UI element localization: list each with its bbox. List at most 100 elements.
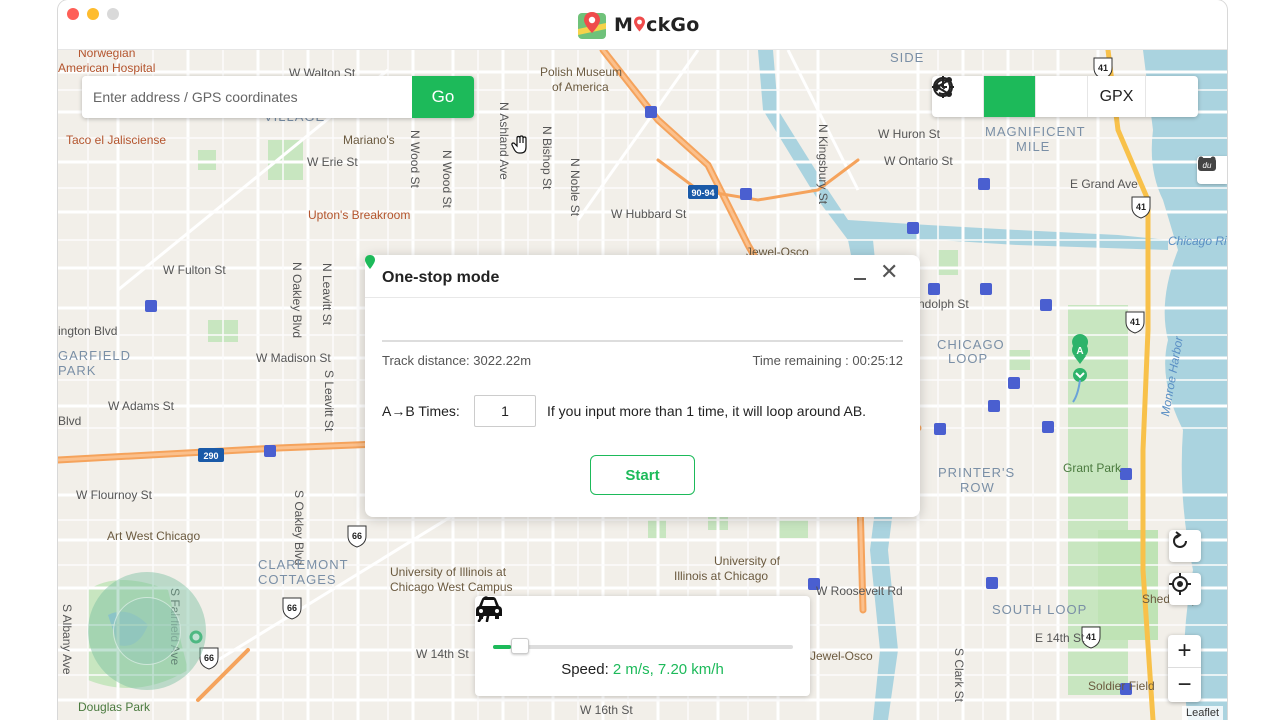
joystick-knob[interactable] [113, 597, 181, 665]
map-label: Illinois at Chicago [674, 569, 769, 583]
car-icon[interactable] [475, 596, 503, 620]
map-label: Upton's Breakroom [308, 208, 411, 222]
map-label: Mariano's [343, 133, 395, 147]
route-41-label-top: 41 [1098, 63, 1108, 73]
map-label: SOUTH LOOP [992, 602, 1088, 617]
map-label: CLAREMONT [258, 557, 349, 572]
map-label: N Bishop St [540, 126, 554, 190]
go-button[interactable]: Go [412, 76, 474, 118]
locate-me-button[interactable] [1169, 573, 1201, 605]
side-panel-tab[interactable]: du [1197, 156, 1227, 184]
map-label: Blvd [58, 414, 82, 428]
gpx-button[interactable]: GPX [1088, 76, 1146, 117]
map-label: W Ontario St [884, 154, 953, 168]
map-label: N Kingsbury St [816, 124, 830, 205]
svg-text:41: 41 [1136, 202, 1146, 212]
svg-text:A: A [1076, 346, 1083, 357]
svg-text:41: 41 [1086, 632, 1096, 642]
speed-slider-track[interactable] [493, 645, 793, 649]
zoom-window-button[interactable] [107, 8, 119, 20]
map-label: E 14th St [1035, 631, 1085, 645]
map-label: Chicago Riv [1168, 234, 1227, 248]
zoom-out-button[interactable]: − [1168, 668, 1201, 701]
map-label: Chicago West Campus [390, 580, 513, 594]
map-label: N Oakley Blvd [290, 262, 304, 339]
map-label: LOOP [948, 351, 989, 366]
dialog-title: One-stop mode [382, 269, 500, 286]
map-label: W Huron St [878, 127, 941, 141]
map-label: W 14th St [416, 647, 469, 661]
track-progress-bar [382, 340, 903, 342]
map-label: Soldier Field [1088, 679, 1155, 693]
map-label: University of Illinois at [390, 565, 507, 579]
svg-text:90-94: 90-94 [691, 188, 714, 198]
one-stop-mode-button[interactable] [933, 76, 1036, 117]
map-label: CHICAGO [937, 337, 1005, 352]
speed-label: Speed: [561, 661, 609, 678]
zoom-in-button[interactable]: + [1168, 635, 1201, 668]
map-label: of America [552, 80, 609, 94]
track-distance: Track distance: 3022.22m [382, 353, 532, 368]
mode-toolbar: GPX [932, 76, 1198, 117]
clock-icon [933, 77, 953, 97]
dialog-header: One-stop mode ✕ [365, 255, 920, 298]
app-title: MckGo [614, 14, 700, 36]
speed-readout: Speed: 2 m/s, 7.20 km/h [475, 661, 810, 678]
svg-text:290: 290 [203, 451, 218, 461]
map-label: Grant Park [1063, 461, 1122, 475]
map-label: N Leavitt St [320, 263, 334, 326]
history-button[interactable] [933, 76, 1198, 117]
speed-slider-thumb[interactable] [511, 638, 529, 654]
times-hint: If you input more than 1 time, it will l… [547, 403, 867, 419]
map-label: W Madison St [256, 351, 331, 365]
svg-text:66: 66 [204, 653, 214, 663]
map-label: PARK [58, 363, 97, 378]
map-label: W Roosevelt Rd [816, 584, 903, 598]
one-stop-dialog: One-stop mode ✕ Track distance: 3022.22m… [365, 255, 920, 517]
svg-text:du: du [1203, 161, 1212, 170]
map-attribution[interactable]: Leaflet [1181, 706, 1223, 720]
map-label: N Wood St [408, 130, 422, 188]
start-button[interactable]: Start [590, 455, 695, 495]
map-label: W 16th St [580, 703, 633, 717]
map-label: W Adams St [108, 399, 175, 413]
map-label: ington Blvd [58, 324, 118, 338]
map-label: University of [714, 554, 781, 568]
close-window-button[interactable] [67, 8, 79, 20]
du-icon: du [1198, 156, 1216, 171]
map-label: Polish Museum [540, 65, 623, 79]
map-label: MAGNIFICENT [985, 124, 1086, 139]
map-label: N Ashland Ave [497, 102, 511, 180]
svg-text:66: 66 [352, 531, 362, 541]
map-view[interactable]: 41 41 41 41 290 90-94 66 66 66 A Norwegi… [58, 46, 1227, 720]
map-label: COTTAGES [258, 572, 337, 587]
map-label: W Erie St [307, 155, 358, 169]
map-label: ndolph St [918, 297, 969, 311]
multi-stop-mode-button[interactable] [934, 76, 1088, 117]
title-bar: MckGo [58, 0, 1227, 50]
minimize-dialog-button[interactable] [854, 265, 868, 285]
zoom-control: + − [1168, 635, 1201, 702]
refresh-icon [1173, 531, 1187, 548]
joystick[interactable] [88, 572, 206, 690]
reset-rotation-button[interactable] [1169, 530, 1201, 562]
locate-icon [1169, 573, 1191, 595]
map-label: Douglas Park [78, 700, 151, 714]
svg-text:66: 66 [287, 603, 297, 613]
pin-o-icon [634, 16, 646, 32]
map-label: S Albany Ave [60, 604, 74, 675]
map-label: N Noble St [568, 158, 582, 217]
close-dialog-button[interactable]: ✕ [880, 261, 898, 283]
times-input[interactable] [474, 395, 536, 427]
map-label: Jewel-Osco [810, 649, 873, 663]
map-label: American Hospital [58, 61, 156, 75]
minimize-window-button[interactable] [87, 8, 99, 20]
times-label: A→B Times: [382, 403, 460, 419]
map-label: S Oakley Blvd [292, 490, 306, 566]
svg-text:41: 41 [1130, 317, 1140, 327]
search-input[interactable] [82, 76, 412, 118]
time-remaining: Time remaining : 00:25:12 [752, 353, 903, 368]
search-bar: Go [82, 76, 474, 118]
app-logo: MckGo [576, 9, 699, 41]
map-label: W Flournoy St [76, 488, 153, 502]
